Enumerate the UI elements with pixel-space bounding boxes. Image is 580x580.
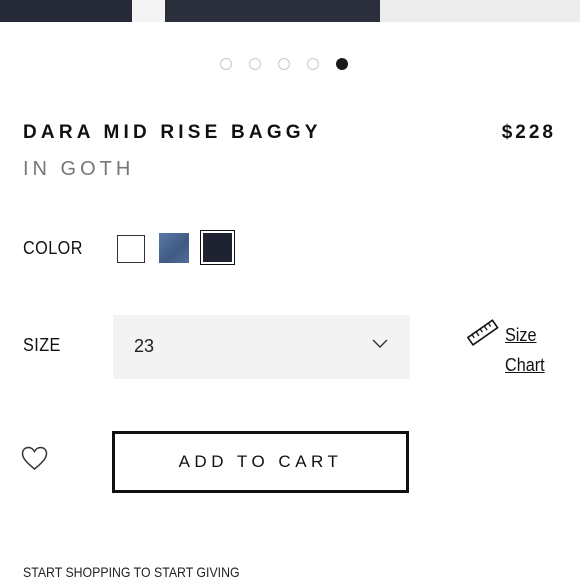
add-to-cart-button[interactable]: ADD TO CART — [112, 431, 409, 493]
product-image-left-leg — [0, 0, 132, 22]
chevron-down-icon — [372, 339, 388, 348]
size-chart-link-line2: Chart — [505, 355, 545, 375]
carousel-dot-3[interactable] — [278, 58, 290, 70]
size-chart-link[interactable]: Size Chart — [505, 320, 550, 380]
heart-icon[interactable] — [21, 446, 48, 471]
product-image — [0, 0, 580, 22]
color-label: COLOR — [23, 238, 83, 258]
product-title: DARA MID RISE BAGGY — [23, 122, 322, 143]
color-swatch-goth-selected[interactable] — [200, 230, 235, 265]
product-color-subtitle: IN GOTH — [23, 158, 135, 180]
ruler-icon[interactable] — [467, 317, 499, 349]
product-price: $228 — [501, 122, 556, 143]
carousel-indicator — [220, 58, 348, 70]
carousel-dot-5-active[interactable] — [336, 58, 348, 70]
size-select[interactable]: 23 — [113, 315, 410, 379]
carousel-dot-2[interactable] — [249, 58, 261, 70]
size-label: SIZE — [23, 335, 61, 355]
product-image-right-leg — [165, 0, 380, 22]
carousel-dot-4[interactable] — [307, 58, 319, 70]
color-swatch-blue[interactable] — [159, 233, 189, 263]
footer-text: START SHOPPING TO START GIVING — [23, 564, 240, 580]
color-swatch-white[interactable] — [117, 235, 145, 263]
size-select-value: 23 — [134, 336, 155, 356]
size-chart-link-line1: Size — [505, 325, 537, 345]
carousel-dot-1[interactable] — [220, 58, 232, 70]
add-to-cart-label: ADD TO CART — [178, 452, 343, 471]
product-image-gap — [132, 0, 165, 22]
color-swatch-goth-fill — [203, 233, 232, 262]
